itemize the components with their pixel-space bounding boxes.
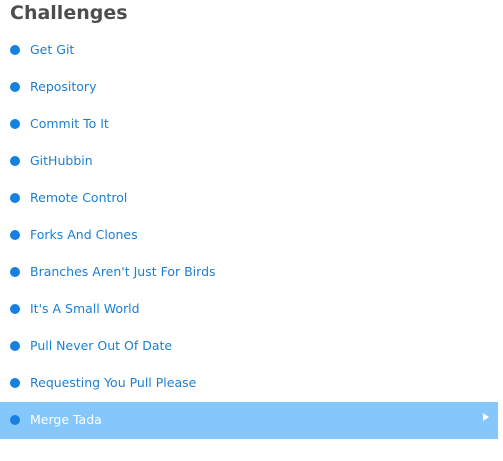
challenge-item[interactable]: Remote Control [0, 180, 498, 217]
challenge-item[interactable]: Get Git [0, 32, 498, 69]
bullet-dot-icon [10, 156, 20, 166]
challenge-list: Get Git Repository Commit To It GitHubbi… [0, 32, 498, 439]
play-arrow-icon [483, 413, 489, 421]
challenge-link[interactable]: GitHubbin [30, 153, 93, 169]
challenge-item[interactable]: Commit To It [0, 106, 498, 143]
challenge-item[interactable]: Branches Aren't Just For Birds [0, 254, 498, 291]
challenge-link[interactable]: Commit To It [30, 116, 109, 132]
challenge-link[interactable]: Get Git [30, 42, 74, 58]
bullet-dot-icon [10, 230, 20, 240]
bullet-dot-icon [10, 341, 20, 351]
bullet-dot-icon [10, 119, 20, 129]
challenge-link[interactable]: Repository [30, 79, 96, 95]
challenge-link[interactable]: It's A Small World [30, 301, 140, 317]
bullet-dot-icon [10, 267, 20, 277]
challenge-link[interactable]: Forks And Clones [30, 227, 138, 243]
challenge-link[interactable]: Requesting You Pull Please [30, 375, 196, 391]
challenge-item[interactable]: Pull Never Out Of Date [0, 328, 498, 365]
challenge-link[interactable]: Pull Never Out Of Date [30, 338, 172, 354]
challenge-link[interactable]: Branches Aren't Just For Birds [30, 264, 216, 280]
challenge-item[interactable]: Repository [0, 69, 498, 106]
bullet-dot-icon [10, 45, 20, 55]
panel-title: Challenges [10, 2, 128, 24]
challenge-link[interactable]: Merge Tada [30, 412, 102, 428]
bullet-dot-icon [10, 304, 20, 314]
challenge-item[interactable]: GitHubbin [0, 143, 498, 180]
challenge-link[interactable]: Remote Control [30, 190, 127, 206]
challenge-item-selected[interactable]: Merge Tada [0, 402, 498, 439]
bullet-dot-icon [10, 415, 20, 425]
bullet-dot-icon [10, 378, 20, 388]
challenge-item[interactable]: It's A Small World [0, 291, 498, 328]
challenge-item[interactable]: Requesting You Pull Please [0, 365, 498, 402]
challenge-item[interactable]: Forks And Clones [0, 217, 498, 254]
challenges-panel: Challenges Get Git Repository Commit To … [0, 0, 503, 461]
bullet-dot-icon [10, 193, 20, 203]
bullet-dot-icon [10, 82, 20, 92]
